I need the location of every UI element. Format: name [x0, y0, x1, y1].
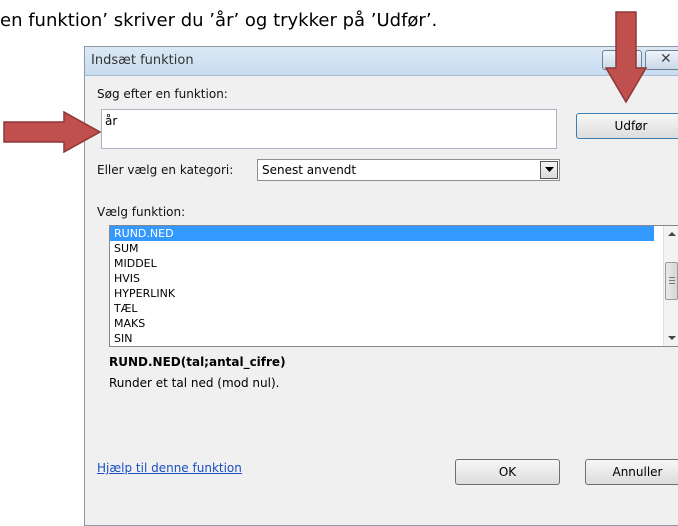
scroll-down-button[interactable]	[664, 330, 678, 346]
run-button[interactable]: Udfør	[576, 113, 678, 139]
search-label: Søg efter en funktion:	[97, 87, 228, 101]
close-button[interactable]: ✕	[645, 50, 678, 70]
category-selected-value: Senest anvendt	[262, 163, 357, 177]
function-list-item[interactable]: SIN	[110, 331, 654, 346]
search-input[interactable]	[102, 112, 548, 130]
scroll-up-button[interactable]	[664, 226, 678, 242]
grip-icon	[669, 277, 675, 278]
function-list-item[interactable]: HYPERLINK	[110, 286, 654, 301]
chevron-down-icon	[545, 167, 554, 172]
close-icon: ✕	[660, 51, 672, 67]
dialog-titlebar: Indsæt funktion ✕	[85, 47, 678, 76]
category-dropdown-button[interactable]	[540, 161, 558, 179]
function-list-item[interactable]: TÆL	[110, 301, 654, 316]
function-list-scrollbar[interactable]	[663, 226, 678, 346]
ok-button[interactable]: OK	[455, 459, 560, 485]
dialog-title: Indsæt funktion	[91, 53, 194, 68]
function-list-label: Vælg funktion:	[97, 205, 186, 219]
category-select[interactable]: Senest anvendt	[257, 159, 560, 181]
instruction-caption: en funktion’ skriver du ’år’ og trykker …	[0, 10, 438, 31]
function-list-item[interactable]: HVIS	[110, 271, 654, 286]
arrow-right-icon	[3, 110, 102, 154]
function-syntax: RUND.NED(tal;antal_cifre)	[109, 355, 286, 369]
function-list-item[interactable]: MAKS	[110, 316, 654, 331]
cancel-button[interactable]: Annuller	[585, 459, 678, 485]
function-listbox[interactable]: RUND.NED SUM MIDDEL HVIS HYPERLINK TÆL MAKS SIN	[109, 225, 678, 347]
insert-function-dialog: Indsæt funktion ✕ Søg efter en funktion:…	[84, 46, 678, 526]
category-label: Eller vælg en kategori:	[97, 163, 234, 177]
search-input-box[interactable]	[101, 109, 557, 149]
function-description: Runder et tal ned (mod nul).	[109, 376, 280, 390]
function-list-item[interactable]: RUND.NED	[110, 226, 654, 241]
scroll-thumb[interactable]	[665, 262, 678, 300]
function-list-item[interactable]: MIDDEL	[110, 256, 654, 271]
arrow-down-icon	[604, 11, 648, 104]
search-label-text: Søg efter en funktion:	[97, 87, 228, 101]
function-list-items: RUND.NED SUM MIDDEL HVIS HYPERLINK TÆL MAKS SIN	[110, 226, 678, 346]
function-list-item[interactable]: SUM	[110, 241, 654, 256]
scroll-down-icon	[668, 336, 676, 340]
scroll-up-icon	[668, 232, 676, 236]
help-link[interactable]: Hjælp til denne funktion	[97, 461, 242, 475]
